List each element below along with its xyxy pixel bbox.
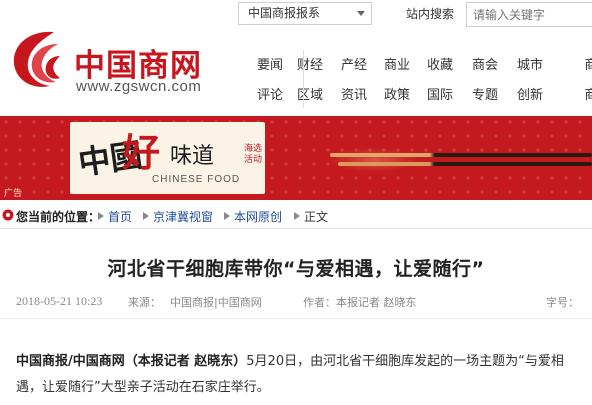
banner-title-part2: 好 bbox=[122, 130, 161, 175]
chevron-right-icon bbox=[143, 212, 149, 220]
location-icon bbox=[2, 209, 14, 221]
nav-item-pinglun[interactable]: 评论 bbox=[250, 84, 290, 103]
chopstick-image bbox=[338, 162, 592, 166]
banner-title-part3: 味道 bbox=[170, 144, 215, 169]
nav-item-guoji[interactable]: 国际 bbox=[420, 84, 460, 103]
nav-item-shoucang[interactable]: 收藏 bbox=[420, 54, 460, 73]
font-size-label: 字号： bbox=[546, 296, 579, 309]
search-label: 站内搜索 bbox=[406, 7, 455, 21]
site-selector[interactable]: 中国商报报系 bbox=[238, 2, 372, 25]
site-logo[interactable]: 中国商网 www.zgswcn.com bbox=[6, 20, 238, 100]
banner-tag-line1: 海选 bbox=[244, 144, 263, 154]
site-selector-value: 中国商报报系 bbox=[248, 6, 321, 20]
article-paragraph: 中国商报/中国商网（本报记者 赵晓东）5月20日，由河北省干细胞库发起的一场主题… bbox=[16, 349, 588, 401]
breadcrumb-home[interactable]: 首页 bbox=[108, 208, 132, 225]
logo-url: www.zgswcn.com bbox=[76, 78, 202, 95]
nav-divider bbox=[303, 50, 304, 108]
breadcrumb-jingjinji[interactable]: 京津冀视窗 bbox=[153, 208, 213, 225]
nav-item-shanghui[interactable]: 商会 bbox=[465, 54, 505, 73]
article-lead: 中国商报/中国商网（本报记者 赵晓东） bbox=[16, 354, 247, 369]
logo-swirl-icon bbox=[13, 31, 60, 87]
article-title: 河北省干细胞库带你“与爱相遇，让爱随行” bbox=[107, 258, 485, 280]
source-label: 来源： bbox=[128, 296, 161, 309]
search-input[interactable] bbox=[466, 2, 592, 27]
chevron-right-icon bbox=[224, 212, 230, 220]
nav-item-yaowen[interactable]: 要闻 bbox=[250, 54, 290, 73]
chopstick-image bbox=[330, 153, 592, 157]
article-date: 2018-05-21 10:23 bbox=[16, 294, 103, 308]
banner-tag: 海选 活动 bbox=[244, 144, 262, 166]
nav-item-shangye[interactable]: 商业 bbox=[377, 54, 417, 73]
banner-tag-line2: 活动 bbox=[244, 155, 263, 165]
nav-item-shang-1[interactable]: 商 bbox=[571, 54, 592, 73]
article-source[interactable]: 中国商报|中国商网 bbox=[170, 294, 262, 310]
chevron-down-icon bbox=[357, 11, 365, 16]
breadcrumb-label: 您当前的位置： bbox=[16, 210, 101, 224]
nav-item-zhuanti[interactable]: 专题 bbox=[465, 84, 505, 103]
breadcrumb-original[interactable]: 本网原创 bbox=[234, 208, 282, 225]
article-author: 作者：本报记者 赵晓东 bbox=[303, 296, 417, 309]
divider bbox=[0, 228, 592, 229]
breadcrumb: 您当前的位置： 首页 京津冀视窗 本网原创 正文 bbox=[0, 205, 592, 227]
nav-item-quyu[interactable]: 区域 bbox=[290, 84, 330, 103]
nav-item-shang-2[interactable]: 商 bbox=[571, 84, 592, 103]
chevron-right-icon bbox=[98, 212, 104, 220]
divider bbox=[0, 318, 592, 319]
nav-item-chuangxin[interactable]: 创新 bbox=[510, 84, 550, 103]
nav-item-zixun[interactable]: 资讯 bbox=[334, 84, 374, 103]
ad-banner[interactable]: 中國 好 味道 海选 活动 CHINESE FOOD 广告 bbox=[0, 116, 592, 200]
breadcrumb-current: 正文 bbox=[304, 210, 329, 224]
nav-item-zhengce[interactable]: 政策 bbox=[377, 84, 417, 103]
nav-item-chengshi[interactable]: 城市 bbox=[510, 54, 550, 73]
chevron-right-icon bbox=[294, 212, 300, 220]
banner-subtitle: CHINESE FOOD bbox=[152, 174, 241, 185]
nav-item-caijing[interactable]: 财经 bbox=[290, 54, 330, 73]
chopstick-glow bbox=[330, 148, 420, 172]
ad-label: 广告 bbox=[4, 189, 23, 199]
nav-item-chanjing[interactable]: 产经 bbox=[334, 54, 374, 73]
